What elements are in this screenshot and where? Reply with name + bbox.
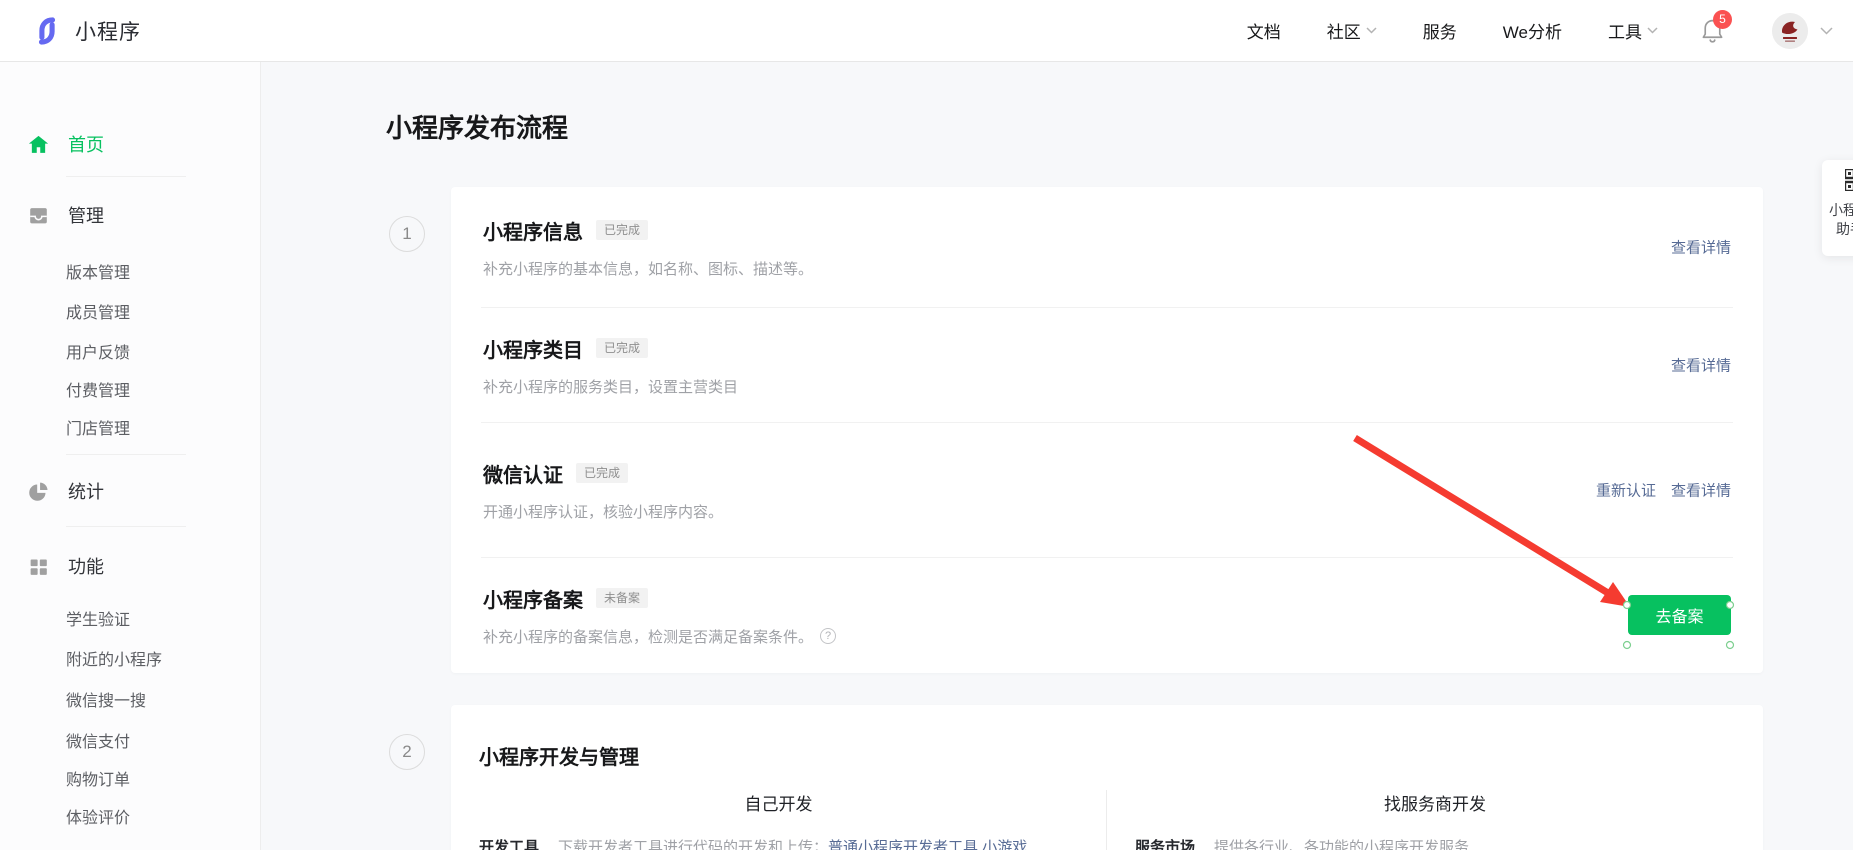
sidebar-item-search[interactable]: 微信搜一搜 — [0, 683, 260, 715]
column-header-self-develop: 自己开发 — [744, 795, 813, 814]
logo[interactable]: 小程序 — [30, 14, 141, 48]
assistant-panel-label: 小程序助手 — [1829, 202, 1853, 237]
miniprogram-logo-icon — [30, 14, 64, 48]
nav-label: 文档 — [1246, 23, 1281, 42]
dev-tools-label: 开发工具 — [479, 839, 540, 850]
sidebar: 首页 管理 版本管理 成员管理 用户反馈 付费管理 门店管理 统计 功能 学生验… — [0, 62, 261, 850]
top-navbar: 小程序 文档 社区 服务 We分析 工具 5 — [0, 0, 1853, 62]
row-title: 小程序信息 — [483, 221, 583, 244]
column-header-service-provider: 找服务商开发 — [1384, 795, 1486, 814]
row-description: 补充小程序的服务类目，设置主营类目 — [483, 378, 739, 396]
self-develop-column: 自己开发 开发工具 下载开发者工具进行代码的开发和上传；普通小程序开发者工具 小… — [451, 790, 1106, 850]
step-row-miniprogram-category: 小程序类目 已完成 补充小程序的服务类目，设置主营类目 查看详情 — [451, 308, 1763, 422]
row-description: 补充小程序的备案信息，检测是否满足备案条件。 — [483, 628, 814, 646]
logo-text: 小程序 — [75, 20, 141, 44]
sidebar-item-wechat-pay[interactable]: 微信支付 — [0, 724, 260, 756]
sidebar-item-label: 功能 — [68, 557, 104, 577]
status-badge: 已完成 — [596, 338, 649, 358]
nav-label: We分析 — [1502, 23, 1562, 42]
page-title: 小程序发布流程 — [386, 113, 569, 143]
development-management-card: 小程序开发与管理 自己开发 开发工具 下载开发者工具进行代码的开发和上传；普通小… — [451, 705, 1763, 850]
step-number-1: 1 — [389, 216, 425, 252]
sidebar-item-label: 统计 — [68, 482, 104, 502]
sidebar-item-label: 首页 — [68, 135, 104, 155]
nav-label: 工具 — [1608, 23, 1642, 42]
inbox-icon — [28, 205, 49, 226]
step-row-wechat-verification: 微信认证 已完成 开通小程序认证，核验小程序内容。 重新认证 查看详情 — [451, 423, 1763, 557]
nav-label: 服务 — [1422, 23, 1457, 42]
sidebar-item-student-verify[interactable]: 学生验证 — [0, 602, 260, 634]
nav-label: 社区 — [1326, 23, 1361, 42]
notification-badge: 5 — [1713, 9, 1732, 29]
row-description: 开通小程序认证，核验小程序内容。 — [483, 503, 724, 521]
view-details-link[interactable]: 查看详情 — [1671, 355, 1731, 376]
sidebar-item-label: 管理 — [68, 206, 104, 226]
nav-menu: 文档 社区 服务 We分析 工具 5 — [1201, 9, 1833, 49]
reverify-link[interactable]: 重新认证 — [1596, 480, 1656, 501]
sidebar-item-shopping-orders[interactable]: 购物订单 — [0, 762, 260, 794]
row-description: 补充小程序的基本信息，如名称、图标、描述等。 — [483, 260, 814, 278]
main-content: 小程序发布流程 1 2 小程序信息 已完成 补充小程序的基本信息，如名称、图标、… — [261, 62, 1853, 850]
nav-item-community[interactable]: 社区 — [1327, 18, 1377, 43]
nav-item-services[interactable]: 服务 — [1423, 18, 1457, 43]
nav-item-docs[interactable]: 文档 — [1247, 18, 1281, 43]
view-details-link[interactable]: 查看详情 — [1671, 480, 1731, 501]
sidebar-item-version-manage[interactable]: 版本管理 — [0, 255, 260, 287]
sidebar-item-manage[interactable]: 管理 — [0, 199, 260, 231]
sidebar-item-features[interactable]: 功能 — [0, 550, 260, 582]
row-title: 小程序类目 — [483, 339, 583, 362]
publish-steps-card: 小程序信息 已完成 补充小程序的基本信息，如名称、图标、描述等。 查看详情 小程… — [451, 187, 1763, 673]
step-number-2: 2 — [389, 734, 425, 770]
status-badge: 已完成 — [596, 220, 649, 240]
sidebar-item-payment-manage[interactable]: 付费管理 — [0, 373, 260, 405]
miniprogram-assistant-panel[interactable]: 小程序助手 — [1822, 160, 1853, 256]
grid-icon — [28, 556, 49, 577]
sidebar-item-home[interactable]: 首页 — [0, 128, 260, 160]
go-to-filing-button[interactable]: 去备案 — [1628, 595, 1731, 635]
normal-devtools-link[interactable]: 普通小程序开发者工具 — [828, 839, 978, 850]
row-title: 小程序备案 — [483, 589, 583, 612]
avatar-image — [1772, 12, 1808, 49]
find-service-provider-column: 找服务商开发 服务市场 提供各行业、各功能的小程序开发服务 — [1106, 790, 1763, 850]
view-details-link[interactable]: 查看详情 — [1671, 237, 1731, 258]
status-badge: 未备案 — [596, 588, 649, 608]
step-row-miniprogram-icp-filing: 小程序备案 未备案 补充小程序的备案信息，检测是否满足备案条件。 ? 去备案 — [451, 558, 1763, 672]
service-market-description: 提供各行业、各功能的小程序开发服务 — [1214, 839, 1470, 850]
status-badge: 已完成 — [576, 463, 629, 483]
account-chevron-down-icon[interactable] — [1820, 26, 1833, 35]
sidebar-item-user-feedback[interactable]: 用户反馈 — [0, 335, 260, 367]
sidebar-item-stats[interactable]: 统计 — [0, 475, 260, 507]
sidebar-item-member-manage[interactable]: 成员管理 — [0, 295, 260, 327]
home-icon — [28, 134, 49, 155]
account-avatar[interactable] — [1772, 12, 1808, 49]
dev-tools-description: 下载开发者工具进行代码的开发和上传； — [558, 839, 829, 850]
sidebar-item-store-manage[interactable]: 门店管理 — [0, 411, 260, 443]
nav-item-we-analytics[interactable]: We分析 — [1503, 18, 1562, 43]
nav-item-tools[interactable]: 工具 — [1608, 18, 1658, 43]
wechat-miniprogram-console: 小程序 文档 社区 服务 We分析 工具 5 首页 管理 版本管理 成员管理 用… — [0, 0, 1853, 850]
sidebar-divider — [66, 454, 186, 455]
help-icon[interactable]: ? — [820, 628, 837, 644]
service-market-label: 服务市场 — [1135, 839, 1196, 850]
step-row-miniprogram-info: 小程序信息 已完成 补充小程序的基本信息，如名称、图标、描述等。 查看详情 — [451, 187, 1763, 307]
sidebar-item-experience-review[interactable]: 体验评价 — [0, 800, 260, 832]
card2-title: 小程序开发与管理 — [479, 747, 639, 769]
sidebar-item-nearby[interactable]: 附近的小程序 — [0, 642, 260, 674]
sidebar-divider — [66, 176, 186, 177]
row-title: 微信认证 — [483, 464, 563, 487]
chevron-down-icon — [1647, 27, 1658, 34]
qr-code-icon — [1843, 167, 1853, 193]
notifications-button[interactable]: 5 — [1700, 9, 1732, 45]
sidebar-divider — [66, 526, 186, 527]
chevron-down-icon — [1366, 27, 1377, 34]
pie-chart-icon — [28, 481, 49, 502]
